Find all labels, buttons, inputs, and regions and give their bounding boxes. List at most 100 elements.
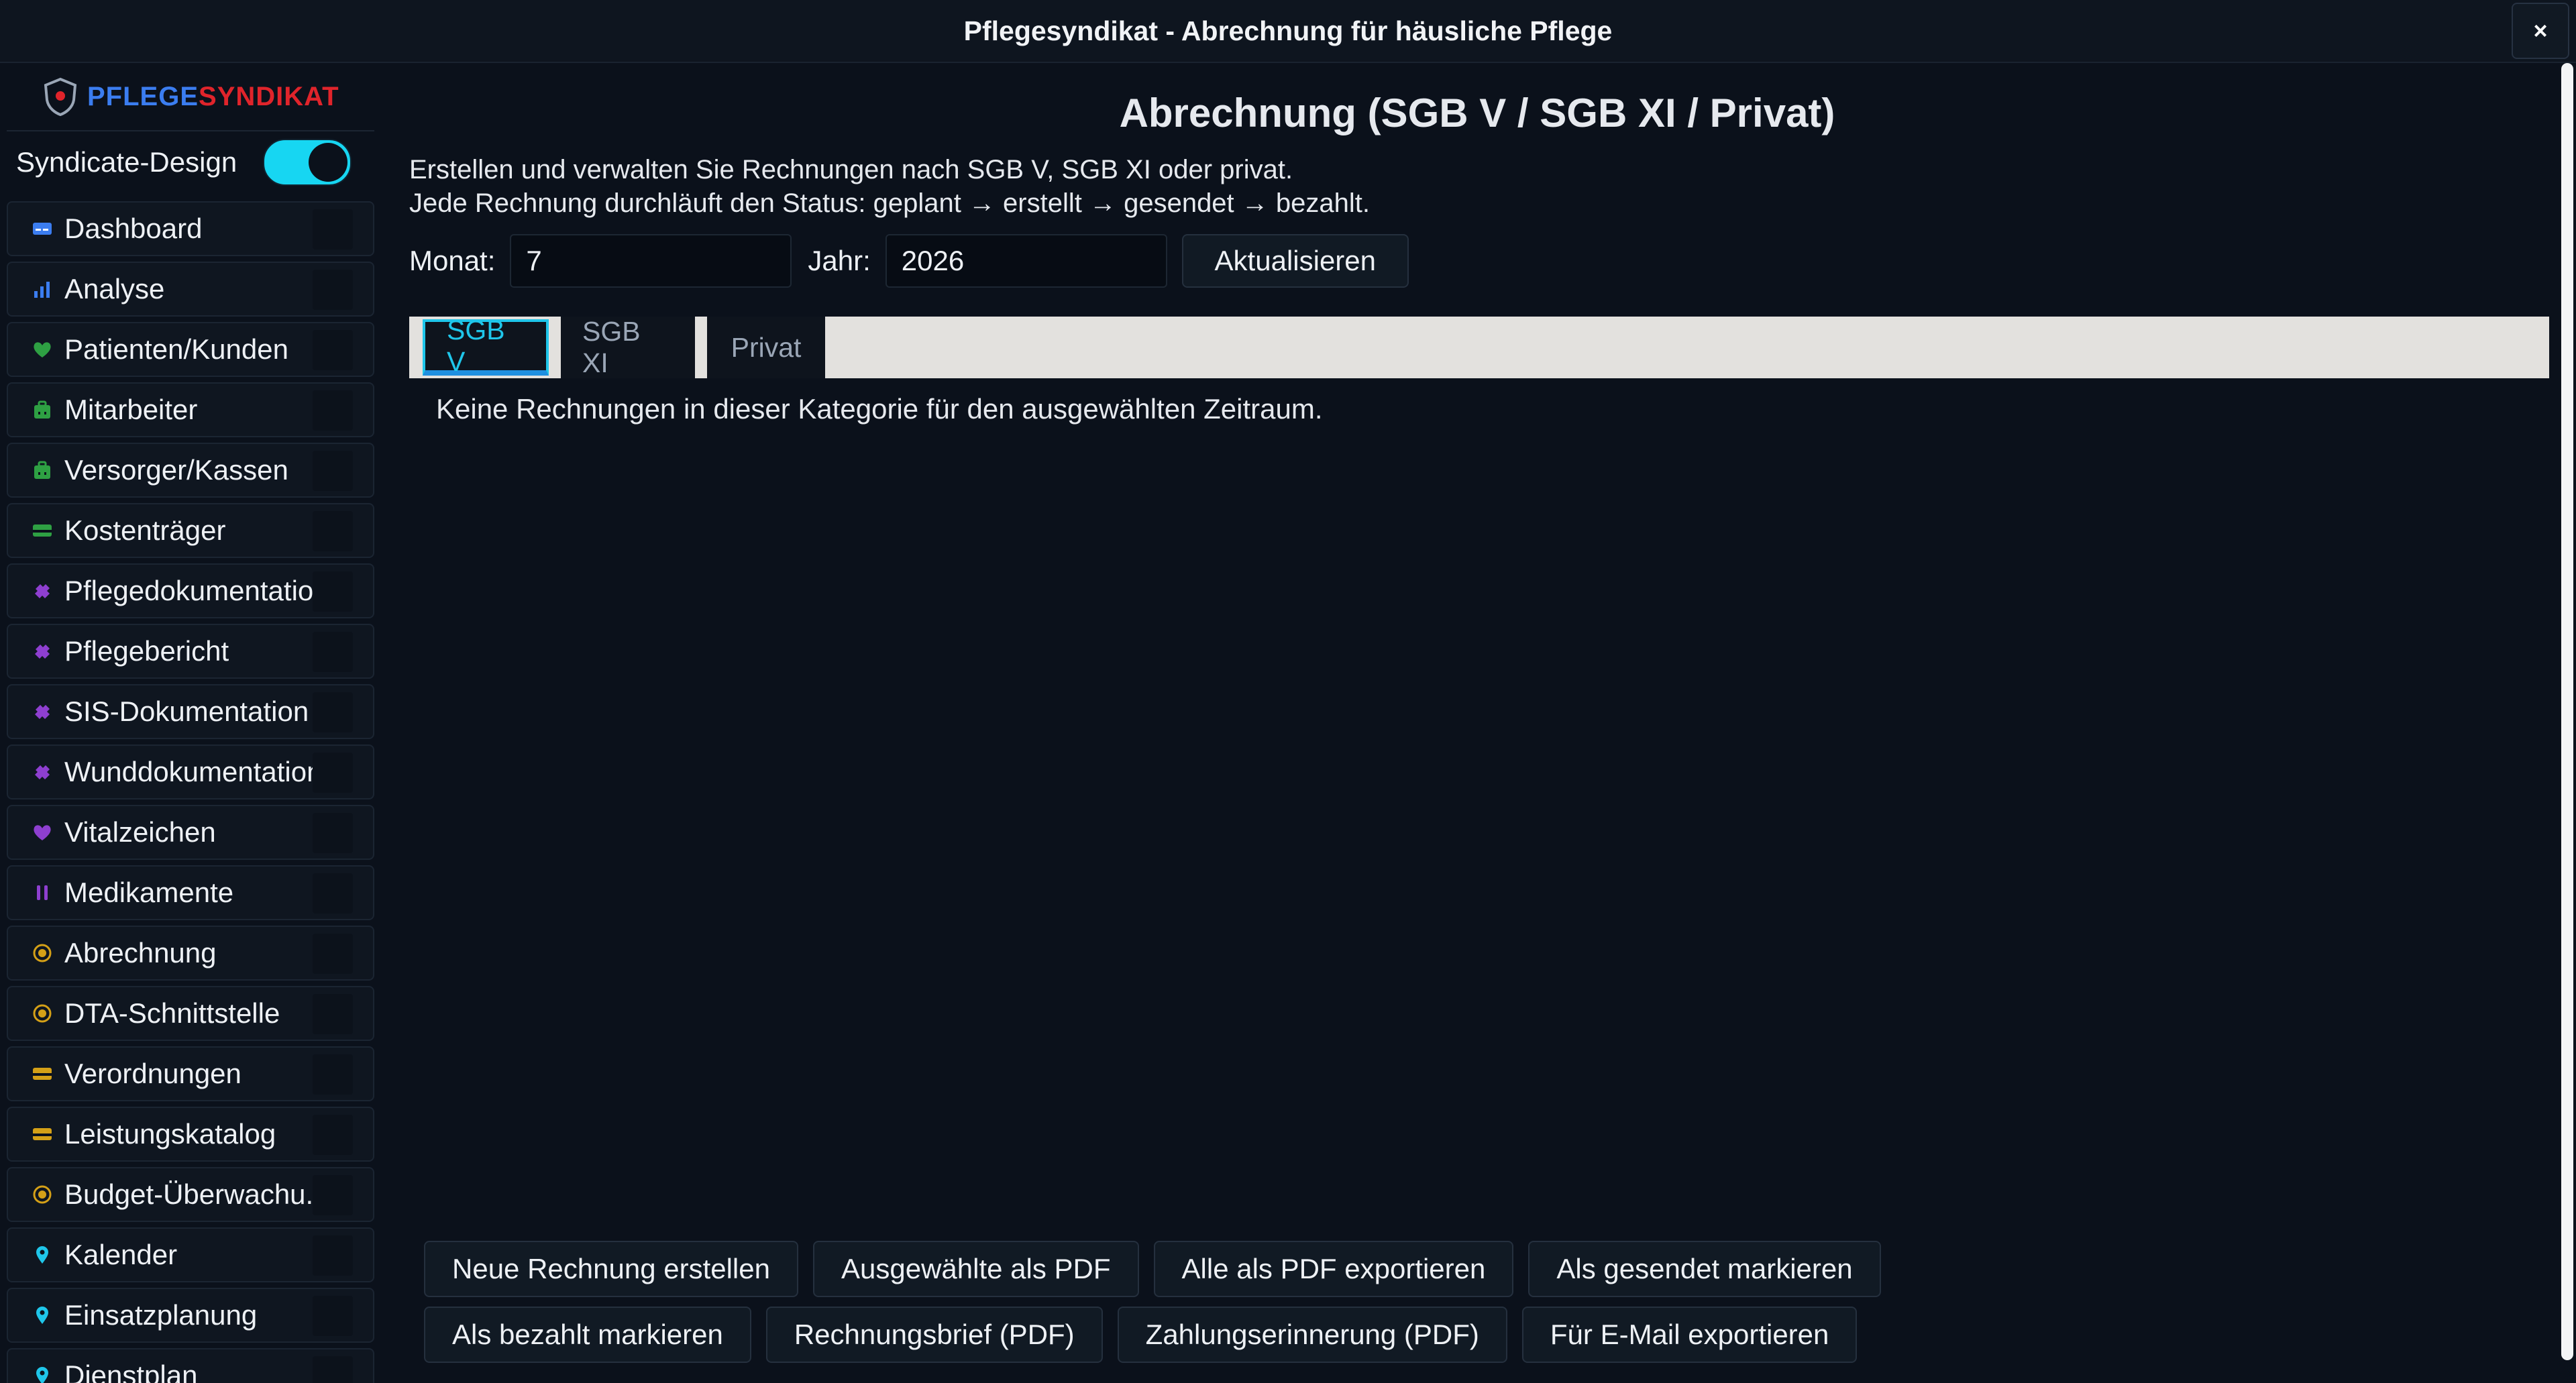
intro-text: Erstellen und verwalten Sie Rechnungen n… (409, 153, 1370, 220)
mark-sent-button[interactable]: Als gesendet markieren (1528, 1241, 1881, 1297)
sidebar-item-analyse[interactable]: Analyse (7, 262, 374, 317)
sidebar-item-versorger-kassen[interactable]: Versorger/Kassen (7, 443, 374, 498)
sidebar-item-label: Leistungskatalog (64, 1118, 276, 1150)
logo-text-part2: SYNDIKAT (199, 81, 339, 111)
sidebar: PFLEGESYNDIKAT Syndicate-Design Dashboar… (0, 63, 377, 1383)
sidebar-item-budget-überwachu[interactable]: Budget-Überwachu... (7, 1167, 374, 1222)
email-export-button[interactable]: Für E-Mail exportieren (1521, 1307, 1858, 1363)
card-icon (32, 1124, 52, 1144)
nav-item-shade (313, 753, 353, 793)
briefcase-icon (32, 400, 52, 420)
nav-item-shade (313, 1115, 353, 1155)
close-button[interactable]: × (2512, 3, 2569, 59)
empty-message: Keine Rechnungen in dieser Kategorie für… (436, 393, 1323, 425)
sidebar-item-label: Vitalzeichen (64, 816, 216, 848)
app-logo: PFLEGESYNDIKAT (43, 72, 339, 121)
sidebar-item-label: Patienten/Kunden (64, 333, 288, 365)
tab-sgb-v[interactable]: SGB V (423, 315, 549, 377)
sidebar-item-label: Pflegebericht (64, 635, 229, 667)
nav-item-shade (313, 209, 353, 250)
divider (7, 130, 374, 131)
filter-row: Monat: 7 Jahr: 2026 Aktualisieren (409, 233, 1409, 288)
sidebar-item-abrechnung[interactable]: Abrechnung (7, 926, 374, 981)
sidebar-item-pflegedokumentation[interactable]: Pflegedokumentation (7, 563, 374, 618)
sidebar-item-dashboard[interactable]: Dashboard (7, 201, 374, 256)
sidebar-item-label: Mitarbeiter (64, 394, 198, 425)
action-buttons: Neue Rechnung erstellen Ausgewählte als … (424, 1241, 1881, 1372)
sidebar-item-label: Medikamente (64, 877, 234, 908)
card-icon (32, 1064, 52, 1084)
export-all-pdf-button[interactable]: Alle als PDF exportieren (1153, 1241, 1514, 1297)
logo-text: PFLEGESYNDIKAT (87, 82, 339, 112)
sidebar-item-label: Budget-Überwachu... (64, 1178, 329, 1210)
sidebar-item-verordnungen[interactable]: Verordnungen (7, 1046, 374, 1101)
sidebar-item-label: Versorger/Kassen (64, 454, 288, 486)
new-invoice-button[interactable]: Neue Rechnung erstellen (424, 1241, 798, 1297)
action-row-1: Neue Rechnung erstellen Ausgewählte als … (424, 1241, 1881, 1297)
sidebar-item-sis-dokumentation[interactable]: SIS-Dokumentation (7, 684, 374, 739)
puzzle-icon (32, 702, 52, 722)
sidebar-item-label: Kostenträger (64, 514, 226, 546)
sidebar-item-kostenträger[interactable]: Kostenträger (7, 503, 374, 558)
logo-text-part1: PFLEGE (87, 81, 199, 111)
refresh-button[interactable]: Aktualisieren (1181, 234, 1409, 288)
mark-paid-button[interactable]: Als bezahlt markieren (424, 1307, 751, 1363)
nav-item-shade (313, 994, 353, 1034)
sidebar-item-dienstplan[interactable]: Dienstplan (7, 1348, 374, 1383)
action-row-2: Als bezahlt markieren Rechnungsbrief (PD… (424, 1307, 1881, 1363)
year-input[interactable]: 2026 (885, 234, 1167, 288)
puzzle-icon (32, 641, 52, 661)
sidebar-item-einsatzplanung[interactable]: Einsatzplanung (7, 1288, 374, 1343)
sidebar-item-label: SIS-Dokumentation (64, 696, 309, 727)
card-icon (32, 520, 52, 541)
sidebar-item-mitarbeiter[interactable]: Mitarbeiter (7, 382, 374, 437)
nav-item-shade (313, 692, 353, 732)
sidebar-item-label: Verordnungen (64, 1058, 241, 1089)
payment-reminder-pdf-button[interactable]: Zahlungserinnerung (PDF) (1117, 1307, 1507, 1363)
coin-icon (32, 1003, 52, 1024)
sidebar-item-label: Dashboard (64, 213, 203, 244)
sidebar-item-leistungskatalog[interactable]: Leistungskatalog (7, 1107, 374, 1162)
sidebar-item-kalender[interactable]: Kalender (7, 1227, 374, 1282)
invoice-letter-pdf-button[interactable]: Rechnungsbrief (PDF) (765, 1307, 1103, 1363)
nav-item-shade (313, 1054, 353, 1095)
design-toggle-row: Syndicate-Design (16, 138, 352, 186)
tab-privat[interactable]: Privat (707, 317, 825, 378)
window-title: Pflegesyndikat - Abrechnung für häuslich… (963, 15, 1613, 46)
sidebar-item-label: Abrechnung (64, 937, 217, 969)
month-input[interactable]: 7 (510, 234, 792, 288)
nav-item-shade (313, 813, 353, 853)
sidebar-item-label: Einsatzplanung (64, 1299, 258, 1331)
sidebar-item-pflegebericht[interactable]: Pflegebericht (7, 624, 374, 679)
nav-item-shade (313, 1356, 353, 1383)
sidebar-item-wunddokumentation[interactable]: Wunddokumentation (7, 744, 374, 799)
sidebar-item-dta-schnittstelle[interactable]: DTA-Schnittstelle (7, 986, 374, 1041)
nav-item-shade (313, 390, 353, 431)
scrollbar[interactable] (2561, 63, 2573, 1360)
intro-line-2: Jede Rechnung durchläuft den Status: gep… (409, 188, 1370, 218)
sidebar-item-label: Analyse (64, 273, 165, 305)
briefcase-icon (32, 460, 52, 480)
dashboard-card-icon (32, 219, 52, 239)
design-toggle-label: Syndicate-Design (16, 146, 237, 178)
nav-item-shade (313, 1296, 353, 1336)
nav-item-shade (313, 330, 353, 370)
pin-icon (32, 1245, 52, 1265)
sidebar-item-patienten-kunden[interactable]: Patienten/Kunden (7, 322, 374, 377)
puzzle-icon (32, 581, 52, 601)
billing-tabbar: SGB V SGB XI Privat (409, 315, 2549, 378)
pin-icon (32, 1305, 52, 1325)
selected-pdf-button[interactable]: Ausgewählte als PDF (812, 1241, 1139, 1297)
design-toggle-switch[interactable] (263, 139, 352, 186)
nav-item-shade (313, 511, 353, 551)
shield-logo-icon (44, 77, 77, 116)
tab-sgb-xi[interactable]: SGB XI (561, 316, 695, 378)
sidebar-item-label: DTA-Schnittstelle (64, 997, 280, 1029)
sidebar-item-vitalzeichen[interactable]: Vitalzeichen (7, 805, 374, 860)
year-label: Jahr: (808, 245, 871, 276)
nav-item-shade (313, 1235, 353, 1276)
main-content: Abrechnung (SGB V / SGB XI / Privat) Ers… (377, 63, 2561, 1383)
sidebar-item-medikamente[interactable]: Medikamente (7, 865, 374, 920)
nav-item-shade (313, 571, 353, 612)
nav-item-shade (313, 1175, 353, 1215)
